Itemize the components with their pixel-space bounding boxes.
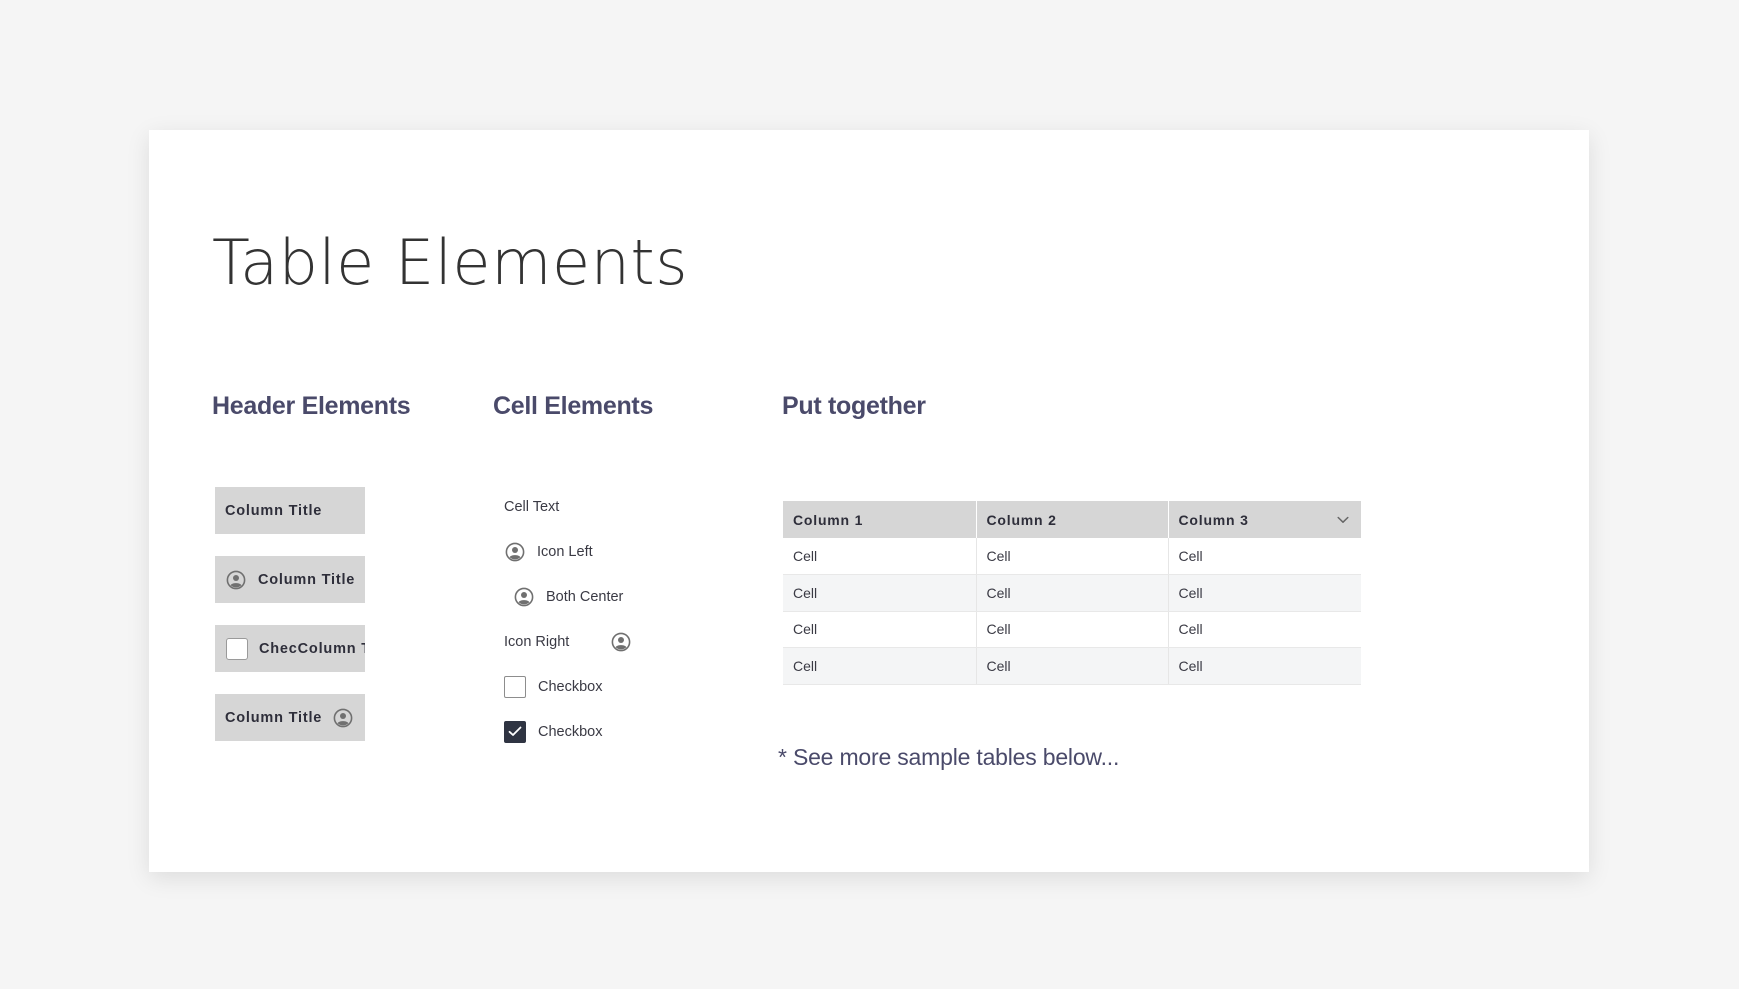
- user-circle-icon: [505, 542, 525, 562]
- checkbox-label: Checkbox: [538, 678, 603, 695]
- table-cell: Cell: [1168, 538, 1361, 575]
- column-header-label: Column 1: [793, 511, 864, 528]
- header-cell-icon-left[interactable]: Column Title: [215, 556, 365, 603]
- page-title: Table Elements: [212, 226, 689, 299]
- cell-text-label: Cell Text: [504, 499, 560, 515]
- section-heading-put-together: Put together: [782, 392, 926, 420]
- table-row[interactable]: Cell Cell Cell: [783, 611, 1361, 648]
- chevron-down-icon[interactable]: [1337, 516, 1349, 524]
- table-row[interactable]: Cell Cell Cell: [783, 538, 1361, 575]
- cell-icon-left: Icon Left: [505, 541, 593, 563]
- header-cell-label: ChecColumn Title: [259, 640, 365, 657]
- table-cell: Cell: [783, 574, 977, 612]
- cell-icon-left-label: Icon Left: [537, 544, 593, 560]
- user-circle-icon: [226, 570, 246, 590]
- table-cell: Cell: [1168, 574, 1361, 612]
- table-cell: Cell: [1168, 647, 1361, 685]
- header-cell-label: Column Title: [225, 502, 323, 519]
- cell-icon-right: Icon Right: [504, 631, 631, 653]
- section-heading-cell-elements: Cell Elements: [493, 392, 654, 420]
- cell-checkbox-checked[interactable]: Checkbox: [504, 720, 602, 743]
- user-circle-icon: [611, 632, 631, 652]
- section-heading-header-elements: Header Elements: [212, 392, 411, 420]
- table-header-column-1[interactable]: Column 1: [783, 501, 977, 538]
- sample-table: Column 1 Column 2 Column 3 Cell Cell Cel…: [783, 501, 1361, 685]
- header-cell-label: Column Title: [258, 571, 356, 588]
- table-cell: Cell: [976, 574, 1169, 612]
- header-cell-plain[interactable]: Column Title: [215, 487, 365, 534]
- checkbox-checked[interactable]: [504, 720, 526, 743]
- table-cell: Cell: [976, 647, 1169, 685]
- content-card: Table Elements Header Elements Cell Elem…: [149, 130, 1589, 872]
- table-row[interactable]: Cell Cell Cell: [783, 647, 1361, 685]
- table-cell: Cell: [1168, 611, 1361, 648]
- header-cell-label: Column Title: [225, 709, 323, 726]
- table-header-column-3[interactable]: Column 3: [1168, 501, 1361, 538]
- cell-both-center: Both Center: [514, 586, 623, 608]
- column-header-label: Column 2: [986, 511, 1057, 528]
- header-cell-icon-right[interactable]: Column Title: [215, 694, 365, 741]
- table-cell: Cell: [976, 611, 1169, 648]
- table-cell: Cell: [783, 538, 977, 575]
- user-circle-icon: [333, 708, 353, 728]
- table-header-column-2[interactable]: Column 2: [976, 501, 1169, 538]
- header-checkbox[interactable]: [226, 637, 248, 660]
- cell-icon-right-label: Icon Right: [504, 634, 570, 650]
- checkbox-label: Checkbox: [538, 723, 603, 740]
- cell-text: Cell Text: [504, 497, 559, 517]
- table-header-row: Column 1 Column 2 Column 3: [783, 501, 1361, 538]
- cell-checkbox-unchecked[interactable]: Checkbox: [504, 675, 602, 698]
- column-header-label: Column 3: [1178, 511, 1249, 528]
- checkbox-unchecked[interactable]: [504, 675, 526, 698]
- table-cell: Cell: [783, 611, 977, 648]
- user-circle-icon: [514, 587, 534, 607]
- table-cell: Cell: [976, 538, 1169, 575]
- checkmark-icon: [508, 726, 522, 736]
- cell-both-center-label: Both Center: [546, 589, 624, 605]
- table-cell: Cell: [783, 647, 977, 685]
- footnote: * See more sample tables below...: [778, 744, 1120, 770]
- table-row[interactable]: Cell Cell Cell: [783, 574, 1361, 612]
- header-cell-checkbox[interactable]: ChecColumn Title: [215, 625, 365, 672]
